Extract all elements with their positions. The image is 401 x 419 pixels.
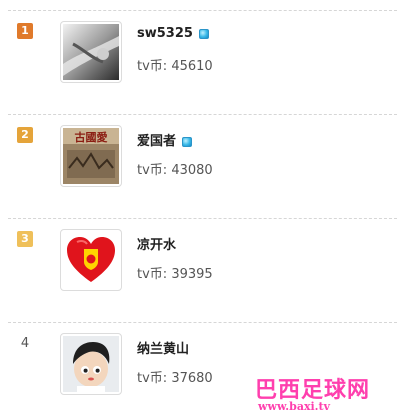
verified-icon bbox=[182, 136, 193, 147]
divider bbox=[8, 10, 397, 11]
coins-display: tv币: 37680 bbox=[137, 371, 213, 386]
coins-display: tv币: 45610 bbox=[137, 59, 213, 74]
divider bbox=[8, 322, 397, 323]
list-item: 1 sw5325 tv币: 45610 bbox=[0, 10, 401, 114]
avatar[interactable] bbox=[60, 333, 122, 395]
list-item: 2 古國愛 爱国者 tv币: 43080 bbox=[0, 114, 401, 218]
rank-number: 4 bbox=[20, 336, 30, 351]
divider bbox=[8, 114, 397, 115]
avatar-image bbox=[63, 336, 119, 392]
rank-badge: 1 bbox=[17, 23, 33, 39]
avatar[interactable]: 古國愛 bbox=[60, 125, 122, 187]
rank-badge: 3 bbox=[17, 231, 33, 247]
username[interactable]: 纳兰黄山 bbox=[137, 338, 189, 357]
username[interactable]: sw5325 bbox=[137, 26, 209, 41]
username[interactable]: 凉开水 bbox=[137, 234, 176, 253]
list-item: 3 凉开水 tv币: 39395 bbox=[0, 218, 401, 322]
verified-icon bbox=[198, 28, 209, 39]
site-watermark: 巴西足球网 www.baxi.tv bbox=[255, 372, 401, 419]
svg-text:古國愛: 古國愛 bbox=[75, 130, 108, 144]
avatar-image bbox=[63, 232, 119, 288]
username[interactable]: 爱国者 bbox=[137, 130, 193, 149]
avatar-image: 古國愛 bbox=[63, 128, 119, 184]
divider bbox=[8, 218, 397, 219]
coins-display: tv币: 39395 bbox=[137, 267, 213, 282]
watermark-url: www.baxi.tv bbox=[258, 400, 330, 413]
avatar[interactable] bbox=[60, 229, 122, 291]
avatar[interactable] bbox=[60, 21, 122, 83]
avatar-image bbox=[63, 24, 119, 80]
coins-display: tv币: 43080 bbox=[137, 163, 213, 178]
rank-badge: 2 bbox=[17, 127, 33, 143]
